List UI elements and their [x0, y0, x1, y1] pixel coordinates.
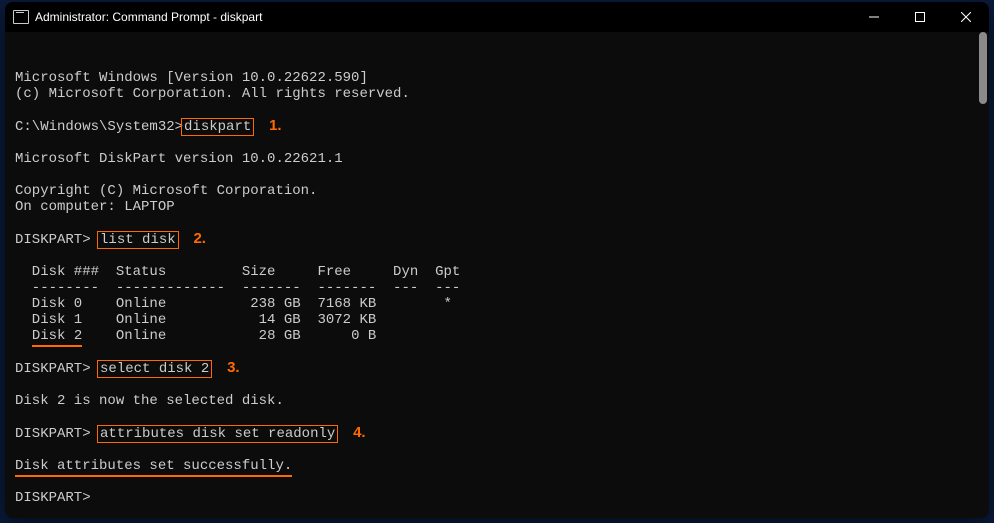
prompt-path: C:\Windows\System32> [15, 119, 183, 135]
window-title: Administrator: Command Prompt - diskpart [35, 10, 262, 24]
terminal-icon [13, 10, 29, 24]
maximize-icon [915, 12, 925, 22]
minimize-icon [869, 12, 879, 22]
cmd-text: diskpart [184, 119, 251, 135]
text-line: Microsoft Windows [Version 10.0.22622.59… [15, 70, 368, 86]
step-label-2: 2. [193, 230, 206, 247]
text-line: Microsoft DiskPart version 10.0.22621.1 [15, 151, 343, 167]
table-row: Disk 1 Online 14 GB 3072 KB [15, 312, 376, 328]
close-button[interactable] [943, 2, 989, 32]
table-header: Disk ### Status Size Free Dyn Gpt [15, 264, 460, 280]
highlight-cmd-listdisk: list disk [97, 231, 179, 249]
diskpart-prompt: DISKPART> [15, 361, 91, 377]
step-label-1: 1. [269, 117, 282, 134]
text-line: Disk 2 is now the selected disk. [15, 393, 284, 409]
scrollbar-thumb[interactable] [979, 32, 987, 104]
text-line: On computer: LAPTOP [15, 199, 175, 215]
cmd-text: attributes disk set readonly [100, 426, 335, 442]
title-left: Administrator: Command Prompt - diskpart [13, 10, 262, 24]
minimize-button[interactable] [851, 2, 897, 32]
highlight-cmd-attributes: attributes disk set readonly [97, 425, 338, 443]
table-row-rest: Online 28 GB 0 B [82, 328, 376, 344]
underline-success: Disk attributes set successfully. [15, 458, 292, 477]
step-label-3: 3. [227, 359, 240, 376]
table-row: Disk 0 Online 238 GB 7168 KB * [15, 296, 452, 312]
command-prompt-window: Administrator: Command Prompt - diskpart… [5, 2, 989, 518]
text-line: Copyright (C) Microsoft Corporation. [15, 183, 317, 199]
table-divider: -------- ------------- ------- ------- -… [15, 280, 460, 296]
highlight-cmd-select: select disk 2 [97, 360, 212, 378]
underline-disk2: Disk 2 [32, 328, 82, 347]
diskpart-prompt: DISKPART> [15, 490, 91, 506]
terminal-area[interactable]: Microsoft Windows [Version 10.0.22622.59… [5, 32, 989, 518]
cmd-text: list disk [100, 232, 176, 248]
disk2-label: Disk 2 [32, 328, 82, 344]
step-label-4: 4. [353, 424, 366, 441]
maximize-button[interactable] [897, 2, 943, 32]
table-row-pad [15, 328, 32, 344]
cmd-text: select disk 2 [100, 361, 209, 377]
diskpart-prompt: DISKPART> [15, 232, 91, 248]
window-controls [851, 2, 989, 32]
text-line: (c) Microsoft Corporation. All rights re… [15, 86, 410, 102]
success-text: Disk attributes set successfully. [15, 458, 292, 474]
close-icon [961, 12, 971, 22]
diskpart-prompt: DISKPART> [15, 426, 91, 442]
highlight-cmd-diskpart: diskpart [181, 118, 254, 136]
titlebar[interactable]: Administrator: Command Prompt - diskpart [5, 2, 989, 32]
